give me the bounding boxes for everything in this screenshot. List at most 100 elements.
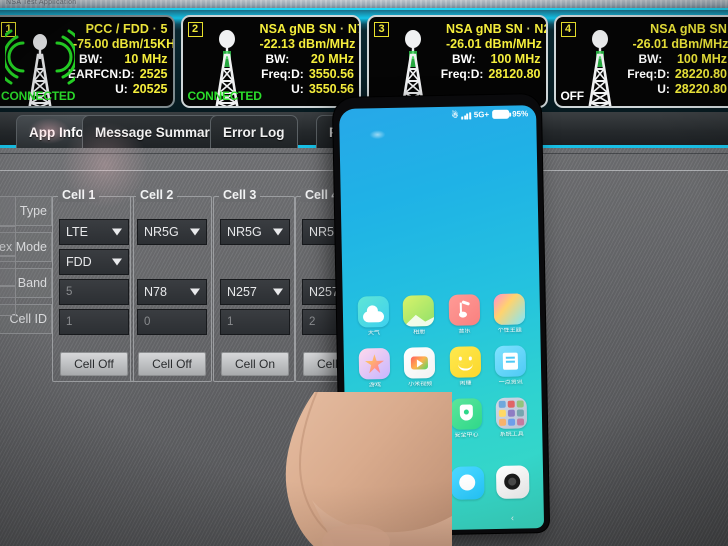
cell-tech-select[interactable]: LTE xyxy=(59,219,129,245)
uplink-value: 20525 xyxy=(132,82,168,96)
app-phone[interactable] xyxy=(355,467,400,505)
tab-message-summary[interactable]: Message Summary xyxy=(82,115,231,148)
phone-screen[interactable]: ☃ 5G+ 95% 天气 相册 音乐 个性主题游戏 小米视频 闲赚 一点资讯设置 应用商店 安全… xyxy=(339,105,545,532)
bandwidth-value: 10 MHz xyxy=(124,52,168,66)
downlink-value: 3550.56 xyxy=(308,67,354,81)
cell-band-select[interactable]: N78 xyxy=(137,279,207,305)
connection-status-label: CONNECTED xyxy=(187,89,262,103)
chevron-down-icon xyxy=(112,228,122,236)
camera-icon xyxy=(495,465,530,499)
cell-tower-icon: CONNECTED xyxy=(0,19,75,106)
cell-toggle-button[interactable]: Cell On xyxy=(221,352,289,376)
app-weather[interactable]: 天气 xyxy=(351,295,396,338)
app-gallery[interactable]: 相册 xyxy=(396,295,441,337)
chevron-down-icon xyxy=(273,288,283,296)
cell-duplex-select[interactable]: FDD xyxy=(59,249,129,275)
config-stub-box-2 xyxy=(0,226,16,256)
chevron-down-icon xyxy=(190,288,200,296)
menu-nav-icon[interactable] xyxy=(376,517,385,524)
page-dot xyxy=(446,452,450,456)
bandwidth-label: BW: xyxy=(79,52,103,66)
photo-of-5g-test-setup: NSA Test Application 1 CONNECTED PCC / F… xyxy=(0,0,728,546)
mi-video-icon xyxy=(403,347,436,379)
uplink-label: U: xyxy=(657,82,670,96)
signal-power-value: -26.01 dBm/MHz xyxy=(446,37,542,51)
app-camera[interactable] xyxy=(490,465,535,502)
uplink-label: U: xyxy=(115,82,128,96)
app-browser[interactable] xyxy=(445,466,490,503)
browser-icon xyxy=(450,466,485,500)
battery-level-label: 95% xyxy=(512,109,529,119)
cell-duplex-value: FDD xyxy=(66,255,92,269)
cell-id-value: 1 xyxy=(227,316,234,328)
app-smiley[interactable]: 闲赚 xyxy=(443,346,488,388)
signal-bars-icon xyxy=(461,111,471,120)
app-label: 小米视频 xyxy=(408,381,433,388)
app-label: 音乐 xyxy=(458,328,471,335)
app-music[interactable]: 音乐 xyxy=(442,294,487,336)
app-mi-video[interactable]: 小米视频 xyxy=(397,347,442,389)
cell-toggle-button[interactable]: Cell Off xyxy=(138,352,206,376)
tab-label: Message Summary xyxy=(95,124,218,140)
app-label: 应用商店 xyxy=(409,433,434,440)
cell-toggle-label: Cell Off xyxy=(152,357,192,371)
app-label: 一点资讯 xyxy=(498,379,523,386)
cell-toggle-button[interactable]: Cell Off xyxy=(60,352,128,376)
bandwidth-label: BW: xyxy=(265,52,290,66)
app-label: 系统工具 xyxy=(499,431,524,438)
app-messages[interactable] xyxy=(400,467,445,504)
app-system-tools-folder[interactable]: 系统工具 xyxy=(489,397,534,439)
cell-config-group-3: Cell 3 NR5G N257 1 Cell On xyxy=(213,188,295,382)
downlink-value: 28220.80 xyxy=(674,67,727,81)
navigation-bar: ‹ xyxy=(347,509,544,529)
bandwidth-label: BW: xyxy=(452,52,476,66)
cell-band-value: N257 xyxy=(227,285,257,299)
tab-label: Error Log xyxy=(223,124,285,140)
bandwidth-value: 100 MHz xyxy=(490,52,541,66)
battery-icon xyxy=(492,109,510,119)
downlink-value: 2525 xyxy=(139,67,168,81)
tab-label: App Info xyxy=(29,124,84,140)
status-panel-1: 1 CONNECTED PCC / FDD · 5 -75.00 dBm/15K… xyxy=(0,15,175,108)
home-nav-icon[interactable] xyxy=(444,515,451,522)
connection-status-label: OFF xyxy=(560,89,585,103)
app-app-store[interactable]: 应用商店 xyxy=(398,399,443,441)
status-panel-4: 4 OFF NSA gNB SN -26.01 dBm/MHz BW: 100 M… xyxy=(553,15,728,108)
app-settings-gear[interactable]: 设置 xyxy=(353,399,398,442)
cell-id-input[interactable]: 1 xyxy=(59,309,129,335)
smartphone-device: ☃ 5G+ 95% 天气 相册 音乐 个性主题游戏 小米视频 闲赚 一点资讯设置 应用商店 安全… xyxy=(332,94,550,536)
cell-band-input[interactable]: 5 xyxy=(59,279,129,305)
downlink-value: 28120.80 xyxy=(488,67,541,81)
downlink-label: D: xyxy=(657,67,670,81)
cell-tech-select[interactable]: NR5G xyxy=(220,219,290,245)
cell-id-value: 2 xyxy=(309,316,316,328)
app-label: 安全中心 xyxy=(454,432,479,439)
uplink-value: 28220.80 xyxy=(674,82,727,96)
themes-icon xyxy=(493,293,526,325)
app-games[interactable]: 游戏 xyxy=(352,347,397,390)
tab-error-log[interactable]: Error Log xyxy=(210,115,298,148)
cell-config-group-1: Cell 1 LTE FDD 5 1 Cell Off xyxy=(52,188,134,382)
cell-band-select[interactable]: N257 xyxy=(220,279,290,305)
config-label-text: Band xyxy=(17,276,47,290)
cell-toggle-label: Cell Off xyxy=(74,357,114,371)
app-security-shield[interactable]: 安全中心 xyxy=(444,398,489,440)
games-icon xyxy=(358,347,391,380)
back-nav-icon[interactable]: ‹ xyxy=(511,512,514,522)
phone-status-bar: ☃ 5G+ 95% xyxy=(451,109,528,119)
app-news[interactable]: 一点资讯 xyxy=(488,345,533,387)
cell-tech-select[interactable]: NR5G xyxy=(137,219,207,245)
downlink-label: D: xyxy=(122,67,135,81)
signal-power-value: -75.00 dBm/15KHz xyxy=(73,37,175,51)
config-stub-box-3 xyxy=(0,256,16,286)
cell-id-input[interactable]: 1 xyxy=(220,309,290,335)
config-stub-box-4 xyxy=(0,286,16,316)
cell-group-legend: Cell 2 xyxy=(136,188,178,202)
cell-config-group-2: Cell 2 NR5G N78 0 Cell Off xyxy=(130,188,212,382)
downlink-label: D: xyxy=(470,67,484,81)
cell-tower-icon: OFF xyxy=(559,19,633,106)
security-shield-icon xyxy=(450,398,482,430)
cell-toggle-label: Cell On xyxy=(234,357,275,371)
app-themes[interactable]: 个性主题 xyxy=(487,293,532,335)
cell-id-input[interactable]: 0 xyxy=(137,309,207,335)
